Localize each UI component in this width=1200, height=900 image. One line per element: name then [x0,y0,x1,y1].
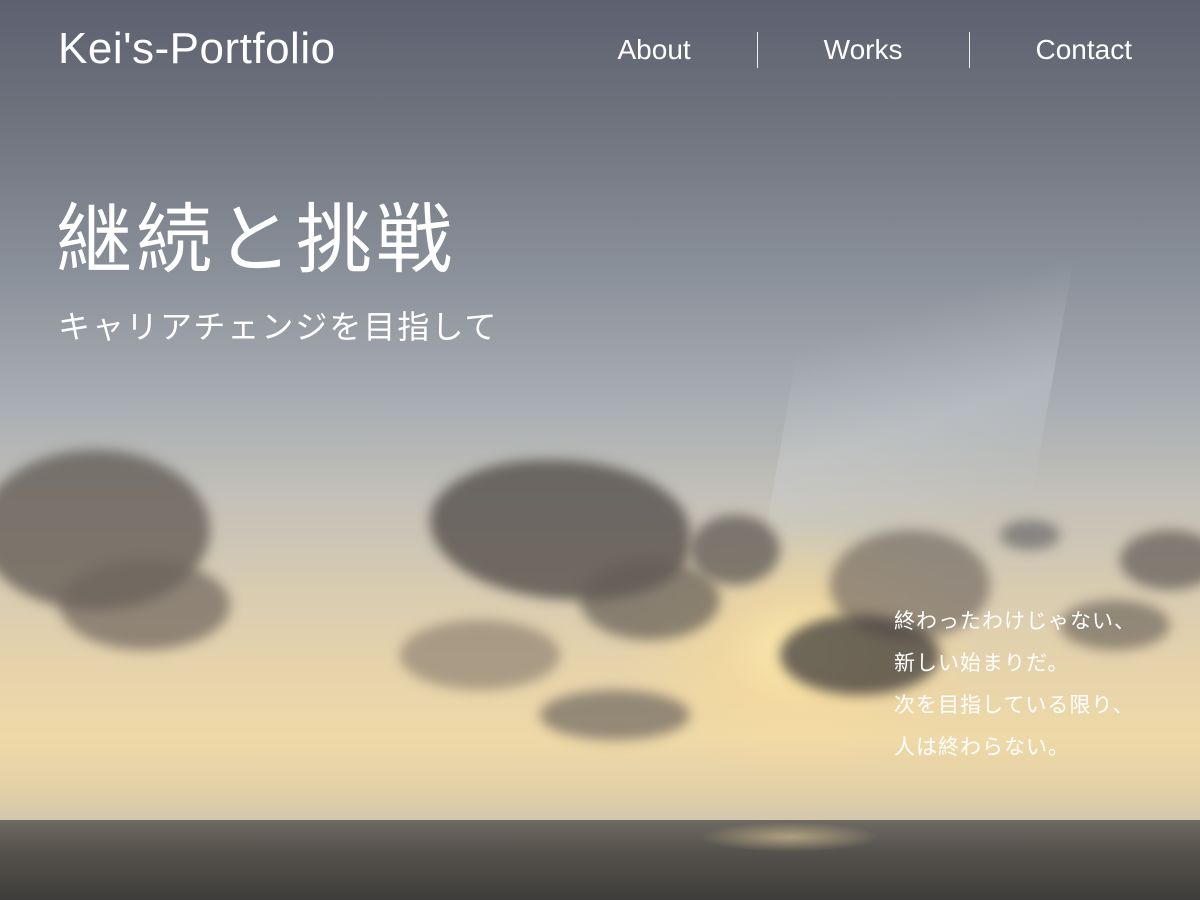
sea-glint [700,822,880,852]
main-nav: About Works Contact [552,30,1153,70]
site-logo[interactable]: Kei's-Portfolio [58,24,336,74]
nav-about[interactable]: About [552,30,757,70]
hero-headline: 継続と挑戦 [56,195,456,284]
site-header: Kei's-Portfolio About Works Contact [0,0,1200,100]
cloud [690,515,780,585]
cloud [580,560,720,640]
hero-section: Kei's-Portfolio About Works Contact 継続と挑… [0,0,1200,900]
cloud [1000,520,1060,550]
cloud [540,690,690,740]
poem-line: 次を目指している限り、 [894,693,1135,717]
nav-works[interactable]: Works [758,30,969,70]
cloud [1120,530,1200,590]
hero-subheadline: キャリアチェンジを目指して [58,308,499,346]
poem-line: 人は終わらない。 [894,735,1070,759]
cloud [400,620,560,690]
nav-contact[interactable]: Contact [970,30,1153,70]
cloud [60,560,230,650]
hero-poem: 終わったわけじゃない、 新しい始まりだ。 次を目指している限り、 人は終わらない… [894,600,1184,768]
poem-line: 終わったわけじゃない、 [894,609,1136,633]
sea [0,820,1200,900]
poem-line: 新しい始まりだ。 [894,651,1070,675]
